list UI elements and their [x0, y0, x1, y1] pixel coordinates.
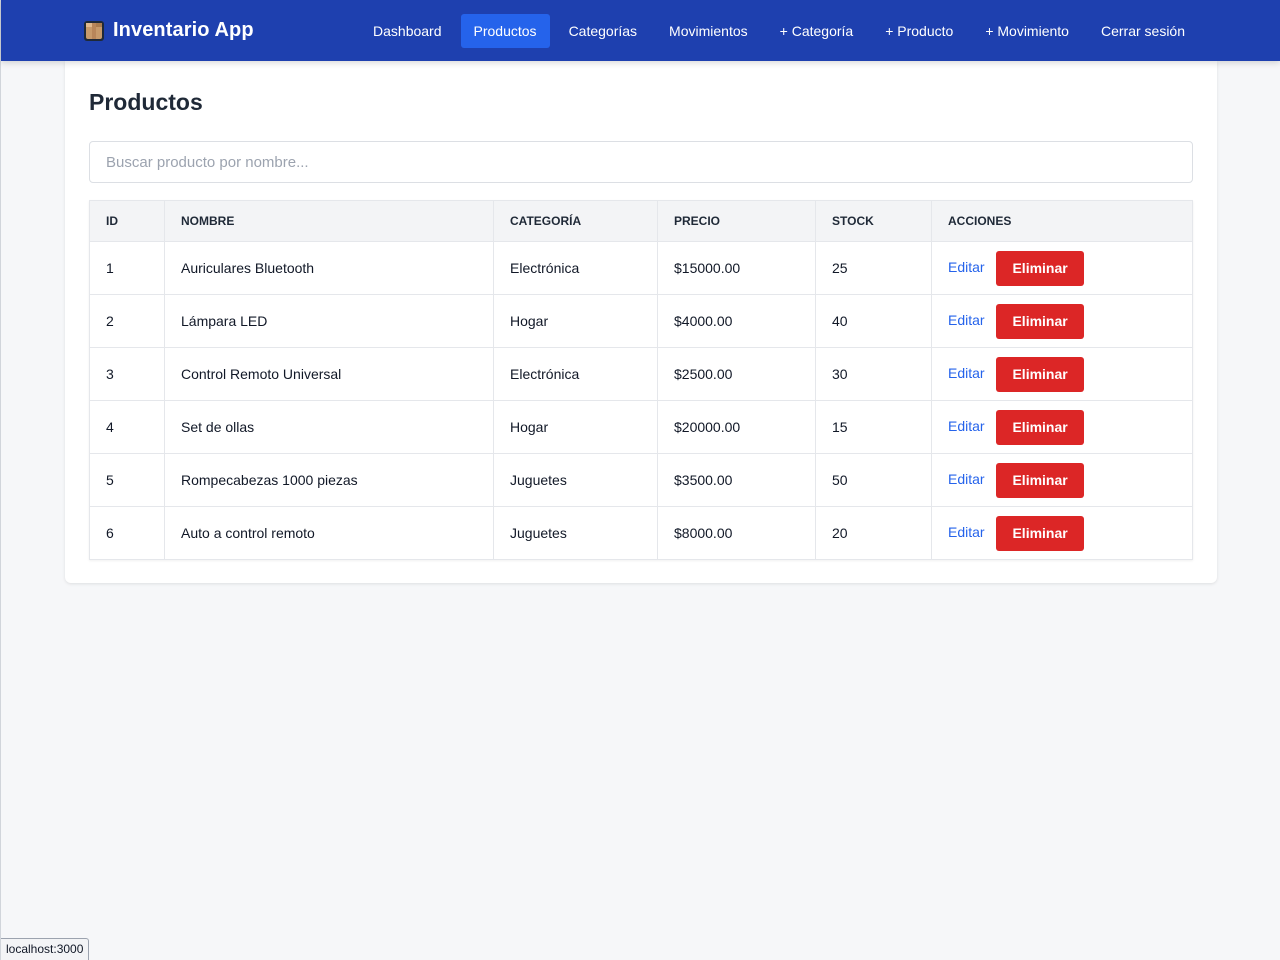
- table-row: 1 Auriculares Bluetooth Electrónica $150…: [89, 241, 1193, 295]
- products-table: ID NOMBRE CATEGORÍA PRECIO STOCK ACCIONE…: [89, 200, 1193, 560]
- cell-nombre: Set de ollas: [164, 400, 494, 454]
- cell-precio: $4000.00: [657, 294, 816, 348]
- nav-link-add-movimiento[interactable]: + Movimiento: [972, 14, 1082, 48]
- table-row: 2 Lámpara LED Hogar $4000.00 40 Editar E…: [89, 294, 1193, 348]
- cell-categoria: Juguetes: [493, 506, 658, 560]
- nav-link-add-producto[interactable]: + Producto: [872, 14, 966, 48]
- delete-button[interactable]: Eliminar: [996, 409, 1084, 445]
- edit-link[interactable]: Editar: [948, 259, 985, 275]
- cell-id: 2: [89, 294, 165, 348]
- cell-nombre: Lámpara LED: [164, 294, 494, 348]
- cell-acciones: Editar Eliminar: [931, 294, 1193, 348]
- edit-link[interactable]: Editar: [948, 365, 985, 381]
- cell-acciones: Editar Eliminar: [931, 241, 1193, 295]
- cell-id: 3: [89, 347, 165, 401]
- cell-id: 1: [89, 241, 165, 295]
- nav-link-dashboard[interactable]: Dashboard: [360, 14, 455, 48]
- cell-nombre: Auto a control remoto: [164, 506, 494, 560]
- products-card: Productos ID NOMBRE CATEGORÍA PRECIO STO…: [65, 61, 1217, 583]
- header-stock: STOCK: [815, 200, 932, 242]
- cell-nombre: Auriculares Bluetooth: [164, 241, 494, 295]
- page-title: Productos: [89, 89, 203, 115]
- status-bar-url: localhost:3000: [1, 938, 90, 960]
- header-categoria: CATEGORÍA: [493, 200, 658, 242]
- edit-link[interactable]: Editar: [948, 524, 985, 540]
- nav-link-productos[interactable]: Productos: [460, 13, 550, 48]
- table-header-row: ID NOMBRE CATEGORÍA PRECIO STOCK ACCIONE…: [89, 200, 1193, 242]
- nav-link-logout[interactable]: Cerrar sesión: [1088, 14, 1198, 48]
- table-row: 5 Rompecabezas 1000 piezas Juguetes $350…: [89, 453, 1193, 507]
- cell-precio: $3500.00: [657, 453, 816, 507]
- cell-nombre: Rompecabezas 1000 piezas: [164, 453, 494, 507]
- cell-id: 6: [89, 506, 165, 560]
- cell-precio: $15000.00: [657, 241, 816, 295]
- header-id: ID: [89, 200, 165, 242]
- nav-link-add-categoria[interactable]: + Categoría: [767, 14, 867, 48]
- cell-stock: 15: [815, 400, 932, 454]
- cell-precio: $8000.00: [657, 506, 816, 560]
- box-icon: [83, 20, 105, 42]
- search-input[interactable]: [89, 141, 1193, 183]
- delete-button[interactable]: Eliminar: [996, 303, 1084, 339]
- cell-categoria: Hogar: [493, 294, 658, 348]
- nav-link-movimientos[interactable]: Movimientos: [656, 14, 761, 48]
- header-precio: PRECIO: [657, 200, 816, 242]
- cell-precio: $20000.00: [657, 400, 816, 454]
- brand[interactable]: Inventario App: [83, 19, 254, 42]
- delete-button[interactable]: Eliminar: [996, 250, 1084, 286]
- cell-id: 5: [89, 453, 165, 507]
- brand-title: Inventario App: [113, 19, 254, 41]
- cell-stock: 20: [815, 506, 932, 560]
- cell-precio: $2500.00: [657, 347, 816, 401]
- nav-links: Dashboard Productos Categorías Movimient…: [360, 13, 1198, 48]
- cell-stock: 25: [815, 241, 932, 295]
- cell-stock: 40: [815, 294, 932, 348]
- header-nombre: NOMBRE: [164, 200, 494, 242]
- table-row: 4 Set de ollas Hogar $20000.00 15 Editar…: [89, 400, 1193, 454]
- edit-link[interactable]: Editar: [948, 312, 985, 328]
- table-row: 3 Control Remoto Universal Electrónica $…: [89, 347, 1193, 401]
- delete-button[interactable]: Eliminar: [996, 462, 1084, 498]
- cell-acciones: Editar Eliminar: [931, 506, 1193, 560]
- cell-acciones: Editar Eliminar: [931, 347, 1193, 401]
- edit-link[interactable]: Editar: [948, 471, 985, 487]
- cell-categoria: Electrónica: [493, 241, 658, 295]
- cell-acciones: Editar Eliminar: [931, 400, 1193, 454]
- cell-stock: 30: [815, 347, 932, 401]
- cell-categoria: Electrónica: [493, 347, 658, 401]
- cell-id: 4: [89, 400, 165, 454]
- cell-categoria: Hogar: [493, 400, 658, 454]
- header-acciones: ACCIONES: [931, 200, 1193, 242]
- edit-link[interactable]: Editar: [948, 418, 985, 434]
- cell-stock: 50: [815, 453, 932, 507]
- top-navbar: Inventario App Dashboard Productos Categ…: [1, 0, 1280, 61]
- delete-button[interactable]: Eliminar: [996, 356, 1084, 392]
- delete-button[interactable]: Eliminar: [996, 515, 1084, 551]
- cell-categoria: Juguetes: [493, 453, 658, 507]
- nav-link-categorias[interactable]: Categorías: [556, 14, 650, 48]
- cell-acciones: Editar Eliminar: [931, 453, 1193, 507]
- table-row: 6 Auto a control remoto Juguetes $8000.0…: [89, 506, 1193, 560]
- cell-nombre: Control Remoto Universal: [164, 347, 494, 401]
